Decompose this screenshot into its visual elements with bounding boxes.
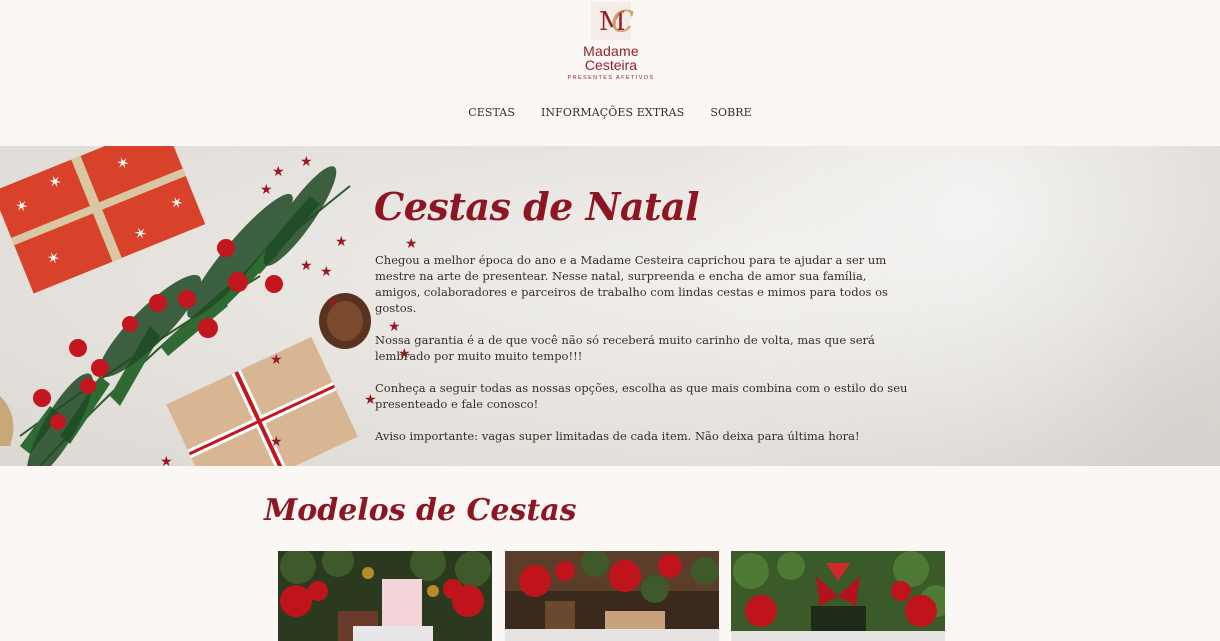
- product-card-1[interactable]: [278, 551, 492, 641]
- nav-item-cestas[interactable]: CESTAS: [468, 106, 515, 122]
- svg-text:★: ★: [270, 352, 283, 368]
- svg-text:★: ★: [326, 294, 339, 310]
- nav-item-informacoes-extras[interactable]: INFORMAÇÕES EXTRAS: [541, 106, 684, 122]
- nav-item-sobre[interactable]: SOBRE: [710, 106, 751, 122]
- christmas-basket-image: [278, 551, 492, 641]
- svg-text:★: ★: [272, 164, 285, 180]
- svg-text:★: ★: [335, 234, 348, 250]
- monogram-logo-icon: M C: [591, 2, 634, 40]
- svg-text:★: ★: [260, 182, 273, 198]
- christmas-basket-image: [731, 551, 945, 641]
- svg-text:★: ★: [270, 434, 283, 450]
- christmas-basket-image: [505, 551, 719, 641]
- svg-text:★: ★: [300, 154, 313, 170]
- hero-paragraph-1: Chegou a melhor época do ano e a Madame …: [375, 253, 888, 315]
- hero-paragraph-3: Conheça a seguir todas as nossas opções,…: [375, 381, 908, 411]
- models-section-title: Modelos de Cestas: [264, 493, 577, 528]
- product-card-2[interactable]: [505, 551, 719, 641]
- svg-text:★: ★: [320, 264, 333, 280]
- svg-text:★: ★: [160, 454, 173, 466]
- svg-text:★: ★: [300, 258, 313, 274]
- hero-paragraph-2: Nossa garantia é a de que você não só re…: [375, 333, 875, 363]
- brand-logo[interactable]: M C Madame Cesteira PRESENTES AFETIVOS: [565, 2, 657, 86]
- svg-text:★: ★: [405, 236, 418, 252]
- hero-title: Cestas de Natal: [374, 184, 700, 229]
- brand-tagline: PRESENTES AFETIVOS: [567, 75, 655, 81]
- product-card-3[interactable]: [731, 551, 945, 641]
- hero-banner: ✶ ✶ ✶ ✶ ✶ ✶ ★ ★ ★ ★ ★ ★ ★ ★ ★ ★ ★ ★ ★ ★ …: [0, 146, 1220, 466]
- svg-text:C: C: [611, 5, 634, 40]
- main-nav: CESTAS INFORMAÇÕES EXTRAS SOBRE: [0, 106, 1220, 122]
- hero-text: Chegou a melhor época do ano e a Madame …: [375, 252, 915, 460]
- brand-name-line2: Cesteira: [584, 57, 638, 73]
- hero-paragraph-4: Aviso importante: vagas super limitadas …: [375, 429, 860, 443]
